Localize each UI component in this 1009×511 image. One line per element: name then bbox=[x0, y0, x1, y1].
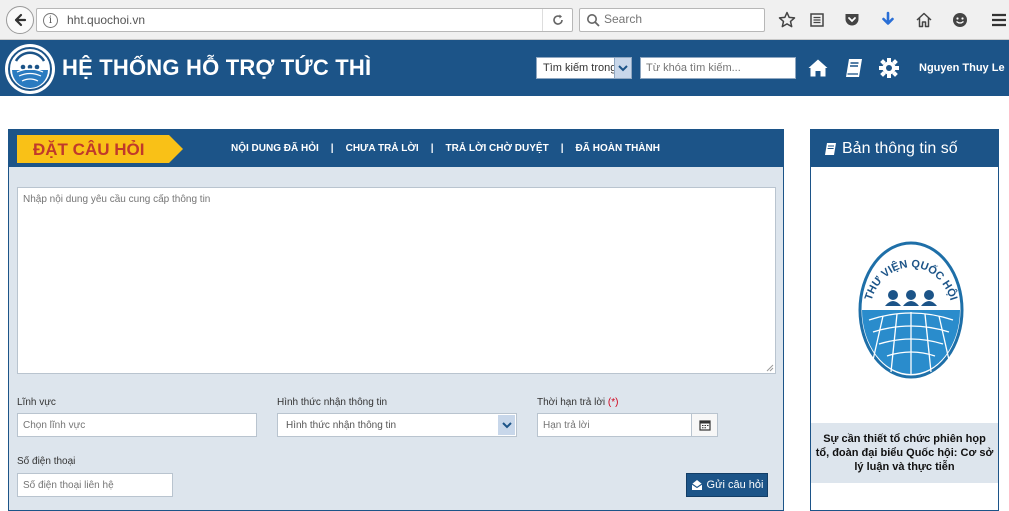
deadline-label-text: Thời hạn trả lời bbox=[537, 397, 606, 408]
emoji-icon[interactable] bbox=[949, 9, 971, 31]
question-tabs: ĐẶT CÂU HỎI NỘI DUNG ĐÃ HỎI | CHƯA TRẢ LỜI… bbox=[9, 130, 783, 167]
required-mark: (*) bbox=[607, 397, 619, 408]
search-icon bbox=[587, 14, 600, 27]
tab-completed[interactable]: ĐÃ HOÀN THÀNH bbox=[576, 143, 660, 154]
tab-pending-approval[interactable]: TRẢ LỜI CHỜ DUYỆT bbox=[446, 143, 549, 154]
calendar-icon bbox=[698, 420, 711, 431]
phone-label: Số điện thoại bbox=[17, 456, 76, 467]
home-icon[interactable] bbox=[913, 9, 935, 31]
receive-method-value: Hình thức nhận thông tin bbox=[286, 420, 397, 431]
search-scope-value: Tìm kiếm trong bbox=[543, 62, 617, 74]
library-emblem[interactable]: THƯ VIỆN QUỐC HỘI bbox=[857, 240, 965, 380]
bulletin-caption-link[interactable]: Sự cần thiết tổ chức phiên họp tổ, đoàn … bbox=[811, 423, 998, 483]
back-button[interactable] bbox=[6, 6, 34, 34]
send-question-label: Gửi câu hỏi bbox=[706, 479, 764, 491]
tab-unanswered[interactable]: CHƯA TRẢ LỜI bbox=[346, 143, 419, 154]
reload-button[interactable] bbox=[542, 9, 572, 31]
ask-question-panel: ĐẶT CÂU HỎI NỘI DUNG ĐÃ HỎI | CHƯA TRẢ LỜI… bbox=[8, 129, 784, 511]
bookmark-star-icon[interactable] bbox=[776, 9, 798, 31]
domain-input[interactable] bbox=[17, 413, 257, 437]
search-scope-select[interactable]: Tìm kiếm trong bbox=[536, 57, 632, 79]
browser-toolbar: i hht.quochoi.vn bbox=[0, 0, 1009, 40]
question-textarea[interactable] bbox=[17, 187, 776, 374]
reload-icon bbox=[552, 14, 563, 25]
question-nav: NỘI DUNG ĐÃ HỎI | CHƯA TRẢ LỜI | TRẢ LỜI CHỜ… bbox=[231, 143, 660, 154]
side-panel-title: Bản thông tin số bbox=[842, 139, 958, 157]
receive-method-select[interactable]: Hình thức nhận thông tin bbox=[277, 413, 517, 437]
home-icon[interactable] bbox=[806, 56, 830, 80]
calendar-button[interactable] bbox=[691, 413, 718, 437]
send-mail-icon bbox=[691, 480, 702, 490]
digital-bulletin-panel: Bản thông tin số THƯ VIỆN QUỐC HỘI Sự cầ… bbox=[810, 129, 999, 511]
receive-method-label: Hình thức nhận thông tin bbox=[277, 397, 388, 408]
url-text: hht.quochoi.vn bbox=[67, 13, 146, 27]
ask-question-label: ĐẶT CÂU HỎI bbox=[33, 140, 145, 159]
user-name-link[interactable]: Nguyen Thuy Le bbox=[919, 62, 1005, 74]
domain-label: Lĩnh vực bbox=[17, 397, 56, 408]
nav-separator: | bbox=[560, 143, 564, 154]
site-title: HỆ THỐNG HỖ TRỢ TỨC THÌ bbox=[62, 55, 372, 80]
gear-icon[interactable] bbox=[877, 56, 901, 80]
menu-icon[interactable] bbox=[988, 9, 1009, 31]
reading-list-icon[interactable] bbox=[806, 9, 828, 31]
info-icon[interactable]: i bbox=[43, 13, 58, 28]
arrow-left-icon bbox=[14, 13, 27, 27]
nav-separator: | bbox=[430, 143, 434, 154]
chevron-down-icon[interactable] bbox=[498, 415, 515, 435]
book-icon bbox=[825, 142, 836, 155]
phone-input[interactable] bbox=[17, 473, 173, 497]
send-question-button[interactable]: Gửi câu hỏi bbox=[686, 473, 768, 497]
nav-separator: | bbox=[330, 143, 334, 154]
deadline-input[interactable] bbox=[537, 413, 692, 437]
chevron-down-icon[interactable] bbox=[614, 58, 631, 78]
tab-asked-content[interactable]: NỘI DUNG ĐÃ HỎI bbox=[231, 143, 319, 154]
download-icon[interactable] bbox=[877, 9, 899, 31]
ask-question-tab[interactable]: ĐẶT CÂU HỎI bbox=[17, 135, 183, 163]
browser-search-input[interactable] bbox=[604, 12, 754, 26]
deadline-label: Thời hạn trả lời (*) bbox=[537, 397, 618, 408]
side-panel-header: Bản thông tin số bbox=[811, 130, 998, 167]
library-logo[interactable] bbox=[5, 44, 55, 94]
address-bar[interactable]: i hht.quochoi.vn bbox=[36, 8, 573, 32]
browser-search-bar[interactable] bbox=[579, 8, 765, 32]
site-header: HỆ THỐNG HỖ TRỢ TỨC THÌ Tìm kiếm trong N… bbox=[0, 40, 1009, 96]
resize-grip-icon[interactable] bbox=[766, 364, 774, 372]
keyword-search-input[interactable] bbox=[640, 57, 796, 79]
library-logo-icon bbox=[8, 47, 52, 91]
book-icon[interactable] bbox=[842, 56, 866, 80]
pocket-icon[interactable] bbox=[841, 9, 863, 31]
